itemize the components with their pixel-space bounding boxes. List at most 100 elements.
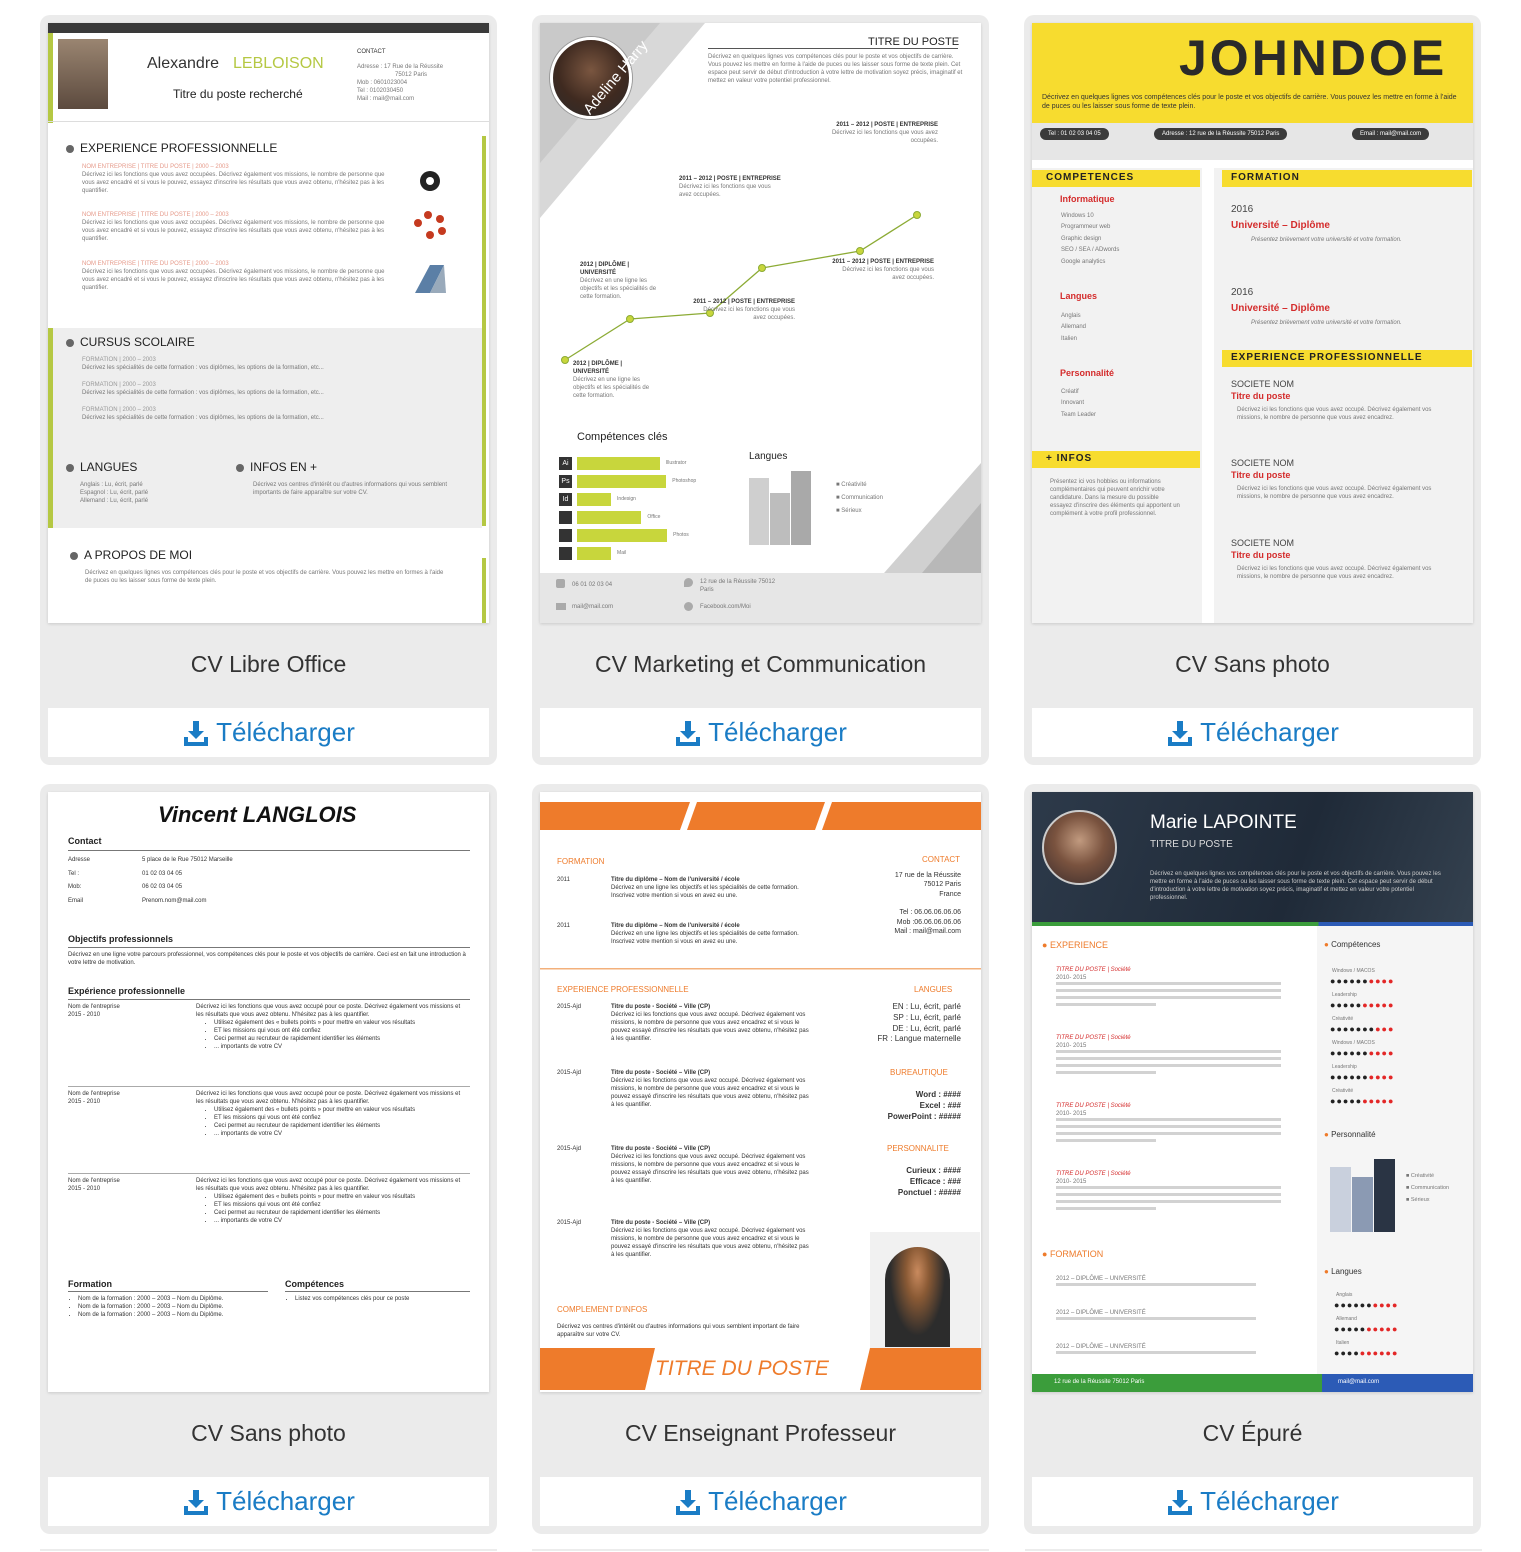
experience-entry: TITRE DU POSTE | Société 2010- 2015 — [1056, 1102, 1286, 1143]
phone-icon — [556, 579, 565, 588]
experience-entry: TITRE DU POSTE | Société 2010- 2015 — [1056, 1170, 1286, 1211]
experience-year: 2015-Ajd — [557, 1146, 582, 1152]
experience-entry: Titre du poste - Société – Ville (CP) Déc… — [611, 1220, 809, 1259]
infos-desc: Décrivez vos centres d'intérêt ou d'autr… — [253, 482, 448, 497]
avatar — [58, 39, 108, 109]
experience-year: 2015-Ajd — [557, 1220, 582, 1226]
rating-dot: ● — [1391, 1348, 1399, 1358]
personnalite-list: Créatif Innovant Team Leader — [1061, 389, 1097, 418]
cv-preview-marketing[interactable]: Adeline Harry TITRE DU POSTE Décrivez en… — [540, 23, 981, 623]
download-icon — [184, 720, 209, 746]
competences-title: COMPETENCES — [1046, 172, 1135, 183]
formation-entry: FORMATION | 2000 – 2003 Décrivez les spéc… — [82, 357, 324, 372]
download-button[interactable]: Télécharger — [48, 708, 489, 757]
next-row-edge — [40, 1549, 497, 1551]
formation-desc: Présentez brièvement votre université et… — [1251, 320, 1402, 326]
cv-intro: Décrivez en quelques lignes vos compéten… — [708, 54, 963, 85]
skill-bar — [577, 547, 612, 560]
avatar — [1042, 810, 1117, 885]
objectifs-desc: Décrivez en une ligne votre parcours pro… — [68, 952, 466, 967]
formation-entry: FORMATION | 2000 – 2003 Décrivez les spéc… — [82, 407, 324, 422]
experience-desc: Décrivez ici les fonctions que vous avez… — [196, 1177, 461, 1226]
apropos-desc: Décrivez en quelques lignes vos compéten… — [85, 570, 444, 585]
address-pill: Adresse : 12 rue de la Réussite 75012 Pa… — [1154, 128, 1288, 141]
formation-entry: 2012 – DIPLÔME – UNIVERSITÉ — [1056, 1275, 1296, 1287]
skill-icon — [559, 511, 572, 524]
teacher-photo — [885, 1247, 950, 1347]
rating-label: Windows / MACOS — [1332, 1040, 1375, 1046]
formation-desc: Présentez brièvement votre université et… — [1251, 237, 1402, 243]
langues-title: Langues — [1060, 291, 1098, 301]
cv-preview-enseignant[interactable]: FORMATION 2011 Titre du diplôme – Nom de… — [540, 792, 981, 1392]
cv-preview-epure[interactable]: Marie LAPOINTE TITRE DU POSTE Décrivez e… — [1032, 792, 1473, 1392]
download-button[interactable]: Télécharger — [1032, 1477, 1473, 1526]
cv-template-grid: Alexandre LEBLOISON Titre du poste reche… — [40, 15, 1482, 1534]
formation-degree: Université – Diplôme — [1231, 220, 1330, 231]
rating-dot: ● — [1387, 1024, 1395, 1034]
download-button[interactable]: Télécharger — [540, 708, 981, 757]
download-button[interactable]: Télécharger — [48, 1477, 489, 1526]
cv-preview-libre-office[interactable]: Alexandre LEBLOISON Titre du poste reche… — [48, 23, 489, 623]
formation-title: FORMATION — [557, 857, 605, 866]
competences-list: Listez vos compétences clés pour ce post… — [285, 1295, 465, 1303]
download-label: Télécharger — [216, 717, 355, 747]
experience-entry: SOCIETE NOM Titre du poste Décrivez ici le… — [1231, 379, 1432, 422]
experience-entry: Titre du poste - Société – Ville (CP) Déc… — [611, 1004, 809, 1043]
experience-entry: Titre du poste - Société – Ville (CP) Déc… — [611, 1146, 809, 1185]
skill-bar — [577, 511, 642, 524]
competences-title: ● Compétences — [1324, 940, 1381, 949]
download-button[interactable]: Télécharger — [1032, 708, 1473, 757]
experience-title: EXPERIENCE PROFESSIONNELLE — [557, 985, 689, 994]
personnalite-chart — [1330, 1159, 1395, 1232]
infos-desc: Présentez ici vos hobbies ou information… — [1050, 479, 1180, 518]
cv-first-name: Alexandre — [147, 55, 220, 72]
experience-year: 2015-Ajd — [557, 1004, 582, 1010]
formation-year: 2016 — [1231, 287, 1254, 298]
download-button[interactable]: Télécharger — [540, 1477, 981, 1526]
download-icon — [1168, 720, 1193, 746]
download-label: Télécharger — [708, 717, 847, 747]
complement-title: COMPLEMENT D'INFOS — [557, 1305, 648, 1314]
rating-label: Créativité — [1332, 1016, 1354, 1022]
decorative-icons — [414, 171, 446, 293]
cv-card-sans-photo-johndoe: JOHNDOE Décrivez en quelques lignes vos … — [1024, 15, 1481, 765]
cv-preview-johndoe[interactable]: JOHNDOE Décrivez en quelques lignes vos … — [1032, 23, 1473, 623]
mail-icon — [556, 603, 566, 610]
personnalite-title: PERSONNALITE — [887, 1144, 949, 1153]
address: 12 rue de la Réussite 75012 Paris — [700, 579, 776, 594]
rating-dot: ● — [1387, 1096, 1395, 1106]
rating-dots: ●●●●●●●●●● — [1330, 1097, 1394, 1106]
skill-label: Illustrator — [665, 460, 687, 466]
footer-address: 12 rue de la Réussite 75012 Paris — [1054, 1379, 1145, 1385]
skill-icon: Ai — [559, 457, 572, 470]
accent-bar — [48, 33, 53, 123]
rating-dots: ●●●●●●●●●● — [1334, 1325, 1398, 1334]
timeline-entry: 2012 | DIPLÔME | UNIVERSITÉ Décrivez en u… — [573, 361, 650, 400]
skill-label: Mail — [617, 550, 627, 556]
langues-list: Anglais Allemand Italien — [1061, 313, 1087, 342]
formation-list: Nom de la formation : 2000 – 2003 – Nom … — [68, 1295, 258, 1319]
formation-entry: 2012 – DIPLÔME – UNIVERSITÉ — [1056, 1343, 1296, 1355]
rating-dots: ●●●●●●●●●● — [1330, 1001, 1394, 1010]
experience-company: Nom de l'entreprise 2015 - 2010 — [68, 1178, 120, 1193]
footer-mail: mail@mail.com — [1338, 1379, 1380, 1385]
skill-label: Indesign — [617, 496, 636, 502]
rating-dots: ●●●●●●●●●● — [1330, 1073, 1394, 1082]
timeline-entry: 2012 | DIPLÔME | UNIVERSITÉ Décrivez en u… — [580, 262, 657, 301]
location-icon — [684, 578, 693, 587]
download-icon — [184, 1489, 209, 1515]
bureautique-list: Word : #### Excel : ### PowerPoint : ##### — [887, 1090, 961, 1121]
formation-year: 2016 — [1231, 204, 1254, 215]
rating-dots: ●●●●●●●●●● — [1330, 1049, 1394, 1058]
experience-entry: TITRE DU POSTE | Société 2010- 2015 — [1056, 966, 1286, 1007]
formation-title: Formation — [68, 1279, 112, 1289]
langues-legend: ■ Créativité ■ Communication ■ Sérieux — [836, 482, 883, 515]
cv-name: Vincent LANGLOIS — [158, 802, 357, 827]
cv-preview-langlois[interactable]: Vincent LANGLOIS Contact Adresse Tel : Mob… — [48, 792, 489, 1392]
timeline-entry: 2011 – 2012 | POSTE | ENTREPRISE Décrivez… — [679, 176, 781, 199]
exp-entry: NOM ENTREPRISE | TITRE DU POSTE | 2000 –… — [82, 212, 385, 243]
phone: 06 01 02 03 04 — [572, 582, 613, 588]
formation-title: ● FORMATION — [1042, 1249, 1104, 1259]
experience-company: Nom de l'entreprise 2015 - 2010 — [68, 1091, 120, 1106]
exp-entry: NOM ENTREPRISE | TITRE DU POSTE | 2000 –… — [82, 164, 385, 195]
